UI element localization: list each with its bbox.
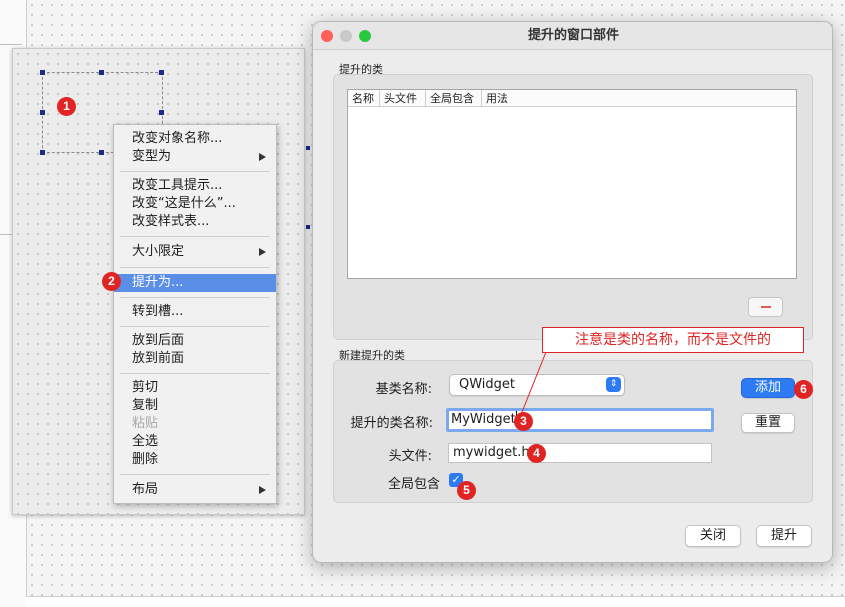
header-file-value: mywidget.h: [453, 445, 530, 460]
promoted-widgets-dialog: 提升的窗口部件 提升的类 名称 头文件 全局包含 用法 新建提升的类 基类名称:…: [312, 21, 833, 563]
step-badge-6: 6: [794, 380, 813, 399]
panel-divider: [0, 44, 22, 45]
base-class-select[interactable]: QWidget ⇕: [449, 374, 625, 396]
menu-separator: [120, 171, 270, 172]
menu-item-label: 大小限定: [132, 244, 185, 259]
base-class-label: 基类名称:: [375, 382, 432, 397]
base-class-value: QWidget: [459, 377, 516, 392]
menu-item-layout[interactable]: 布局: [114, 481, 276, 499]
menu-item-size-constraints[interactable]: 大小限定: [114, 243, 276, 261]
resize-handle[interactable]: [99, 150, 104, 155]
menu-item-label: 变型为: [132, 149, 172, 164]
menu-item-morph[interactable]: 变型为: [114, 148, 276, 166]
menu-item-label: 转到槽...: [132, 304, 184, 319]
header-file-label: 头文件:: [388, 449, 432, 464]
resize-handle[interactable]: [40, 110, 45, 115]
global-include-label: 全局包含: [387, 477, 440, 492]
selection-handle[interactable]: [306, 225, 310, 229]
menu-item-label: 改变“这是什么”...: [132, 196, 236, 211]
menu-item-label: 改变工具提示...: [132, 178, 223, 193]
submenu-arrow-icon: [259, 486, 266, 494]
canvas-border: [26, 596, 845, 597]
menu-item-promote-to[interactable]: 提升为...: [114, 274, 276, 292]
menu-item-label: 布局: [132, 482, 159, 497]
menu-item-label: 放到前面: [132, 351, 185, 366]
menu-separator: [120, 267, 270, 268]
column-header-header-file[interactable]: 头文件: [380, 90, 426, 107]
menu-item-label: 删除: [132, 452, 159, 467]
selection-handle[interactable]: [306, 146, 310, 150]
resize-handle[interactable]: [40, 150, 45, 155]
menu-item-label: 放到后面: [132, 333, 185, 348]
menu-item-copy[interactable]: 复制: [114, 397, 276, 415]
resize-handle[interactable]: [159, 110, 164, 115]
remove-class-button[interactable]: [748, 297, 783, 317]
minus-icon: [761, 306, 771, 308]
menu-item-rename[interactable]: 改变对象名称...: [114, 130, 276, 148]
menu-item-label: 提升为...: [132, 275, 184, 290]
menu-item-tooltip[interactable]: 改变工具提示...: [114, 177, 276, 195]
menu-separator: [120, 297, 270, 298]
annotation-note: 注意是类的名称，而不是文件的: [542, 327, 804, 353]
menu-separator: [120, 326, 270, 327]
menu-item-send-to-back[interactable]: 放到后面: [114, 332, 276, 350]
resize-handle[interactable]: [99, 70, 104, 75]
menu-item-label: 改变对象名称...: [132, 131, 223, 146]
menu-item-label: 改变样式表...: [132, 214, 210, 229]
resize-handle[interactable]: [159, 70, 164, 75]
reset-button[interactable]: 重置: [741, 413, 795, 433]
menu-item-label: 全选: [132, 434, 159, 449]
submenu-arrow-icon: [259, 153, 266, 161]
step-badge-1: 1: [57, 97, 76, 116]
menu-item-go-to-slot[interactable]: 转到槽...: [114, 303, 276, 321]
menu-item-bring-to-front[interactable]: 放到前面: [114, 350, 276, 368]
dialog-title: 提升的窗口部件: [527, 28, 619, 43]
header-file-input[interactable]: mywidget.h: [448, 443, 712, 463]
step-badge-2: 2: [102, 272, 121, 291]
menu-separator: [120, 474, 270, 475]
resize-handle[interactable]: [40, 70, 45, 75]
class-name-input[interactable]: MyWidget: [446, 408, 714, 432]
menu-item-delete[interactable]: 删除: [114, 451, 276, 469]
step-badge-3: 3: [514, 412, 533, 431]
submenu-arrow-icon: [259, 248, 266, 256]
menu-item-label: 复制: [132, 398, 159, 413]
close-button[interactable]: 关闭: [685, 525, 741, 547]
menu-item-stylesheet[interactable]: 改变样式表...: [114, 213, 276, 231]
column-header-name[interactable]: 名称: [348, 90, 380, 107]
step-badge-5: 5: [457, 481, 476, 500]
menu-separator: [120, 236, 270, 237]
menu-item-paste: 粘贴: [114, 415, 276, 433]
add-button[interactable]: 添加: [741, 378, 795, 398]
promote-button[interactable]: 提升: [756, 525, 812, 547]
class-name-value: MyWidget: [451, 412, 516, 427]
column-header-usage[interactable]: 用法: [482, 90, 522, 107]
class-name-label: 提升的类名称:: [350, 416, 433, 431]
menu-item-label: 剪切: [132, 380, 159, 395]
context-menu: 改变对象名称... 变型为 改变工具提示... 改变“这是什么”... 改变样式…: [113, 124, 277, 504]
updown-chevron-icon: ⇕: [606, 377, 621, 392]
promoted-classes-table[interactable]: 名称 头文件 全局包含 用法: [347, 89, 797, 279]
menu-item-cut[interactable]: 剪切: [114, 379, 276, 397]
menu-item-label: 粘贴: [132, 416, 159, 431]
menu-item-select-all[interactable]: 全选: [114, 433, 276, 451]
step-badge-4: 4: [527, 444, 546, 463]
menu-item-whatsthis[interactable]: 改变“这是什么”...: [114, 195, 276, 213]
column-header-global-include[interactable]: 全局包含: [426, 90, 482, 107]
table-header: 名称 头文件 全局包含 用法: [348, 90, 796, 107]
menu-separator: [120, 373, 270, 374]
